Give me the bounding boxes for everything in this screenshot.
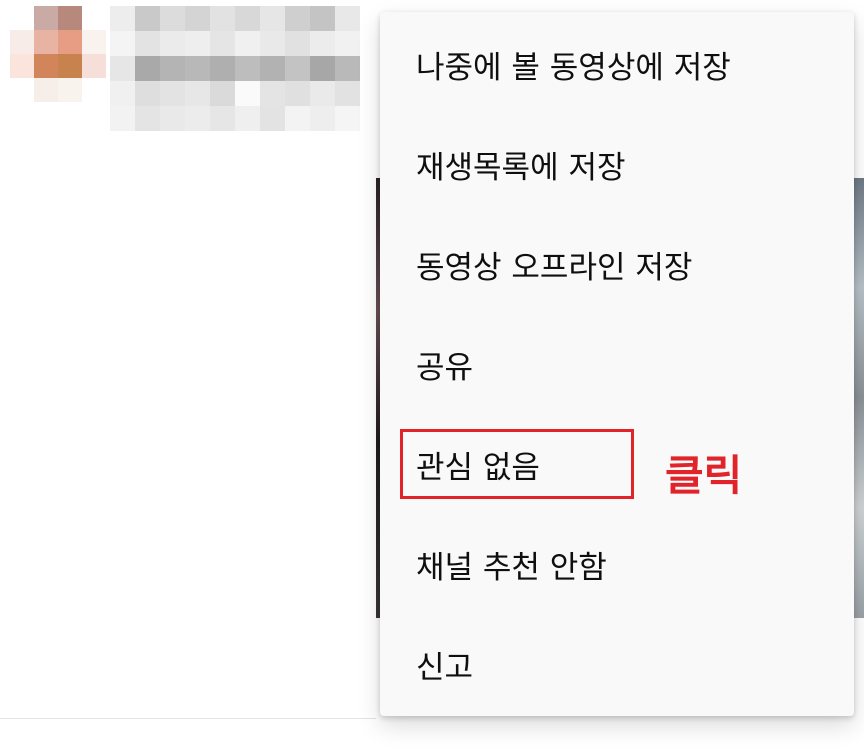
- menu-item-download-offline[interactable]: 동영상 오프라인 저장: [380, 214, 854, 314]
- menu-item-label: 재생목록에 저장: [416, 149, 626, 186]
- menu-item-label: 동영상 오프라인 저장: [416, 249, 693, 286]
- channel-avatar-blurred[interactable]: [10, 6, 110, 106]
- menu-item-report[interactable]: 신고: [380, 614, 854, 714]
- highlight-box: [400, 429, 634, 499]
- click-annotation-label: 클릭: [665, 451, 743, 500]
- menu-item-save-to-playlist[interactable]: 재생목록에 저장: [380, 114, 854, 214]
- menu-item-save-watch-later[interactable]: 나중에 볼 동영상에 저장: [380, 14, 854, 114]
- screen: 나중에 볼 동영상에 저장 재생목록에 저장 동영상 오프라인 저장 공유 관심…: [0, 0, 864, 749]
- menu-item-share[interactable]: 공유: [380, 314, 854, 414]
- menu-item-dont-recommend-channel[interactable]: 채널 추천 안함: [380, 514, 854, 614]
- video-options-menu: 나중에 볼 동영상에 저장 재생목록에 저장 동영상 오프라인 저장 공유 관심…: [380, 12, 854, 716]
- divider: [0, 718, 376, 719]
- video-meta-blurred[interactable]: [110, 6, 376, 134]
- menu-item-label: 채널 추천 안함: [416, 549, 607, 586]
- menu-item-label: 나중에 볼 동영상에 저장: [416, 49, 731, 86]
- menu-item-label: 공유: [416, 349, 474, 386]
- menu-item-label: 신고: [416, 649, 474, 686]
